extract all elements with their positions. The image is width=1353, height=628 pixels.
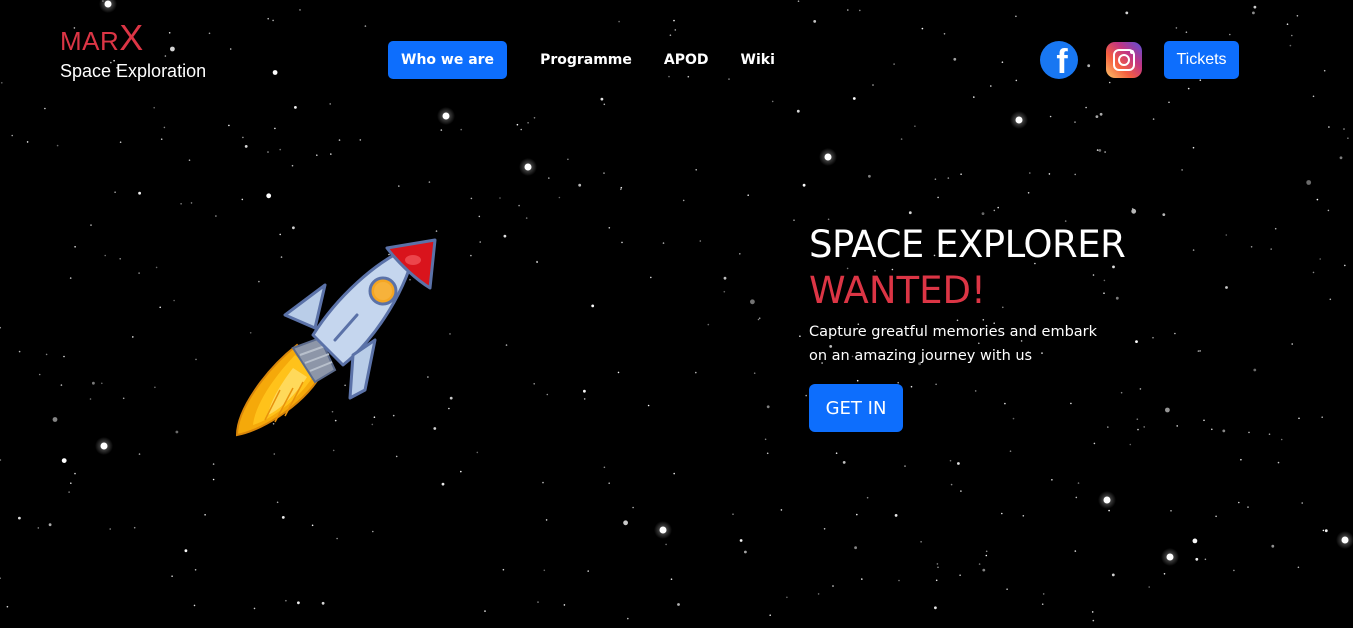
facebook-icon[interactable]: f bbox=[1040, 41, 1078, 79]
social-links: f Tickets bbox=[1040, 41, 1239, 79]
nav-link-wiki[interactable]: Wiki bbox=[741, 52, 775, 68]
brand-logo-prefix: MAR bbox=[60, 26, 120, 56]
rocket-icon bbox=[235, 238, 437, 437]
main-nav: Who we are Programme APOD Wiki bbox=[388, 41, 807, 79]
instagram-icon[interactable] bbox=[1106, 42, 1142, 78]
landing-page: MARX Space Exploration Who we are Progra… bbox=[0, 0, 1353, 628]
hero-description: Capture greatful memories and embark on … bbox=[809, 324, 1098, 364]
nav-link-apod[interactable]: APOD bbox=[664, 52, 709, 68]
hero-section: SPACE EXPLORER WANTED! Capture greatful … bbox=[809, 222, 1149, 432]
nav-who-we-are-button[interactable]: Who we are bbox=[388, 41, 508, 79]
brand-logo[interactable]: MARX bbox=[60, 20, 206, 59]
nav-link-programme[interactable]: Programme bbox=[540, 52, 632, 68]
brand[interactable]: MARX Space Exploration bbox=[60, 20, 206, 82]
hero-title-accent: WANTED! bbox=[809, 269, 986, 312]
starfield-background bbox=[0, 0, 1353, 622]
hero-title: SPACE EXPLORER bbox=[809, 223, 1126, 266]
get-in-button[interactable]: GET IN bbox=[809, 384, 903, 432]
brand-subtitle: Space Exploration bbox=[60, 61, 207, 81]
tickets-button[interactable]: Tickets bbox=[1164, 41, 1239, 79]
brand-logo-suffix: X bbox=[119, 17, 144, 58]
